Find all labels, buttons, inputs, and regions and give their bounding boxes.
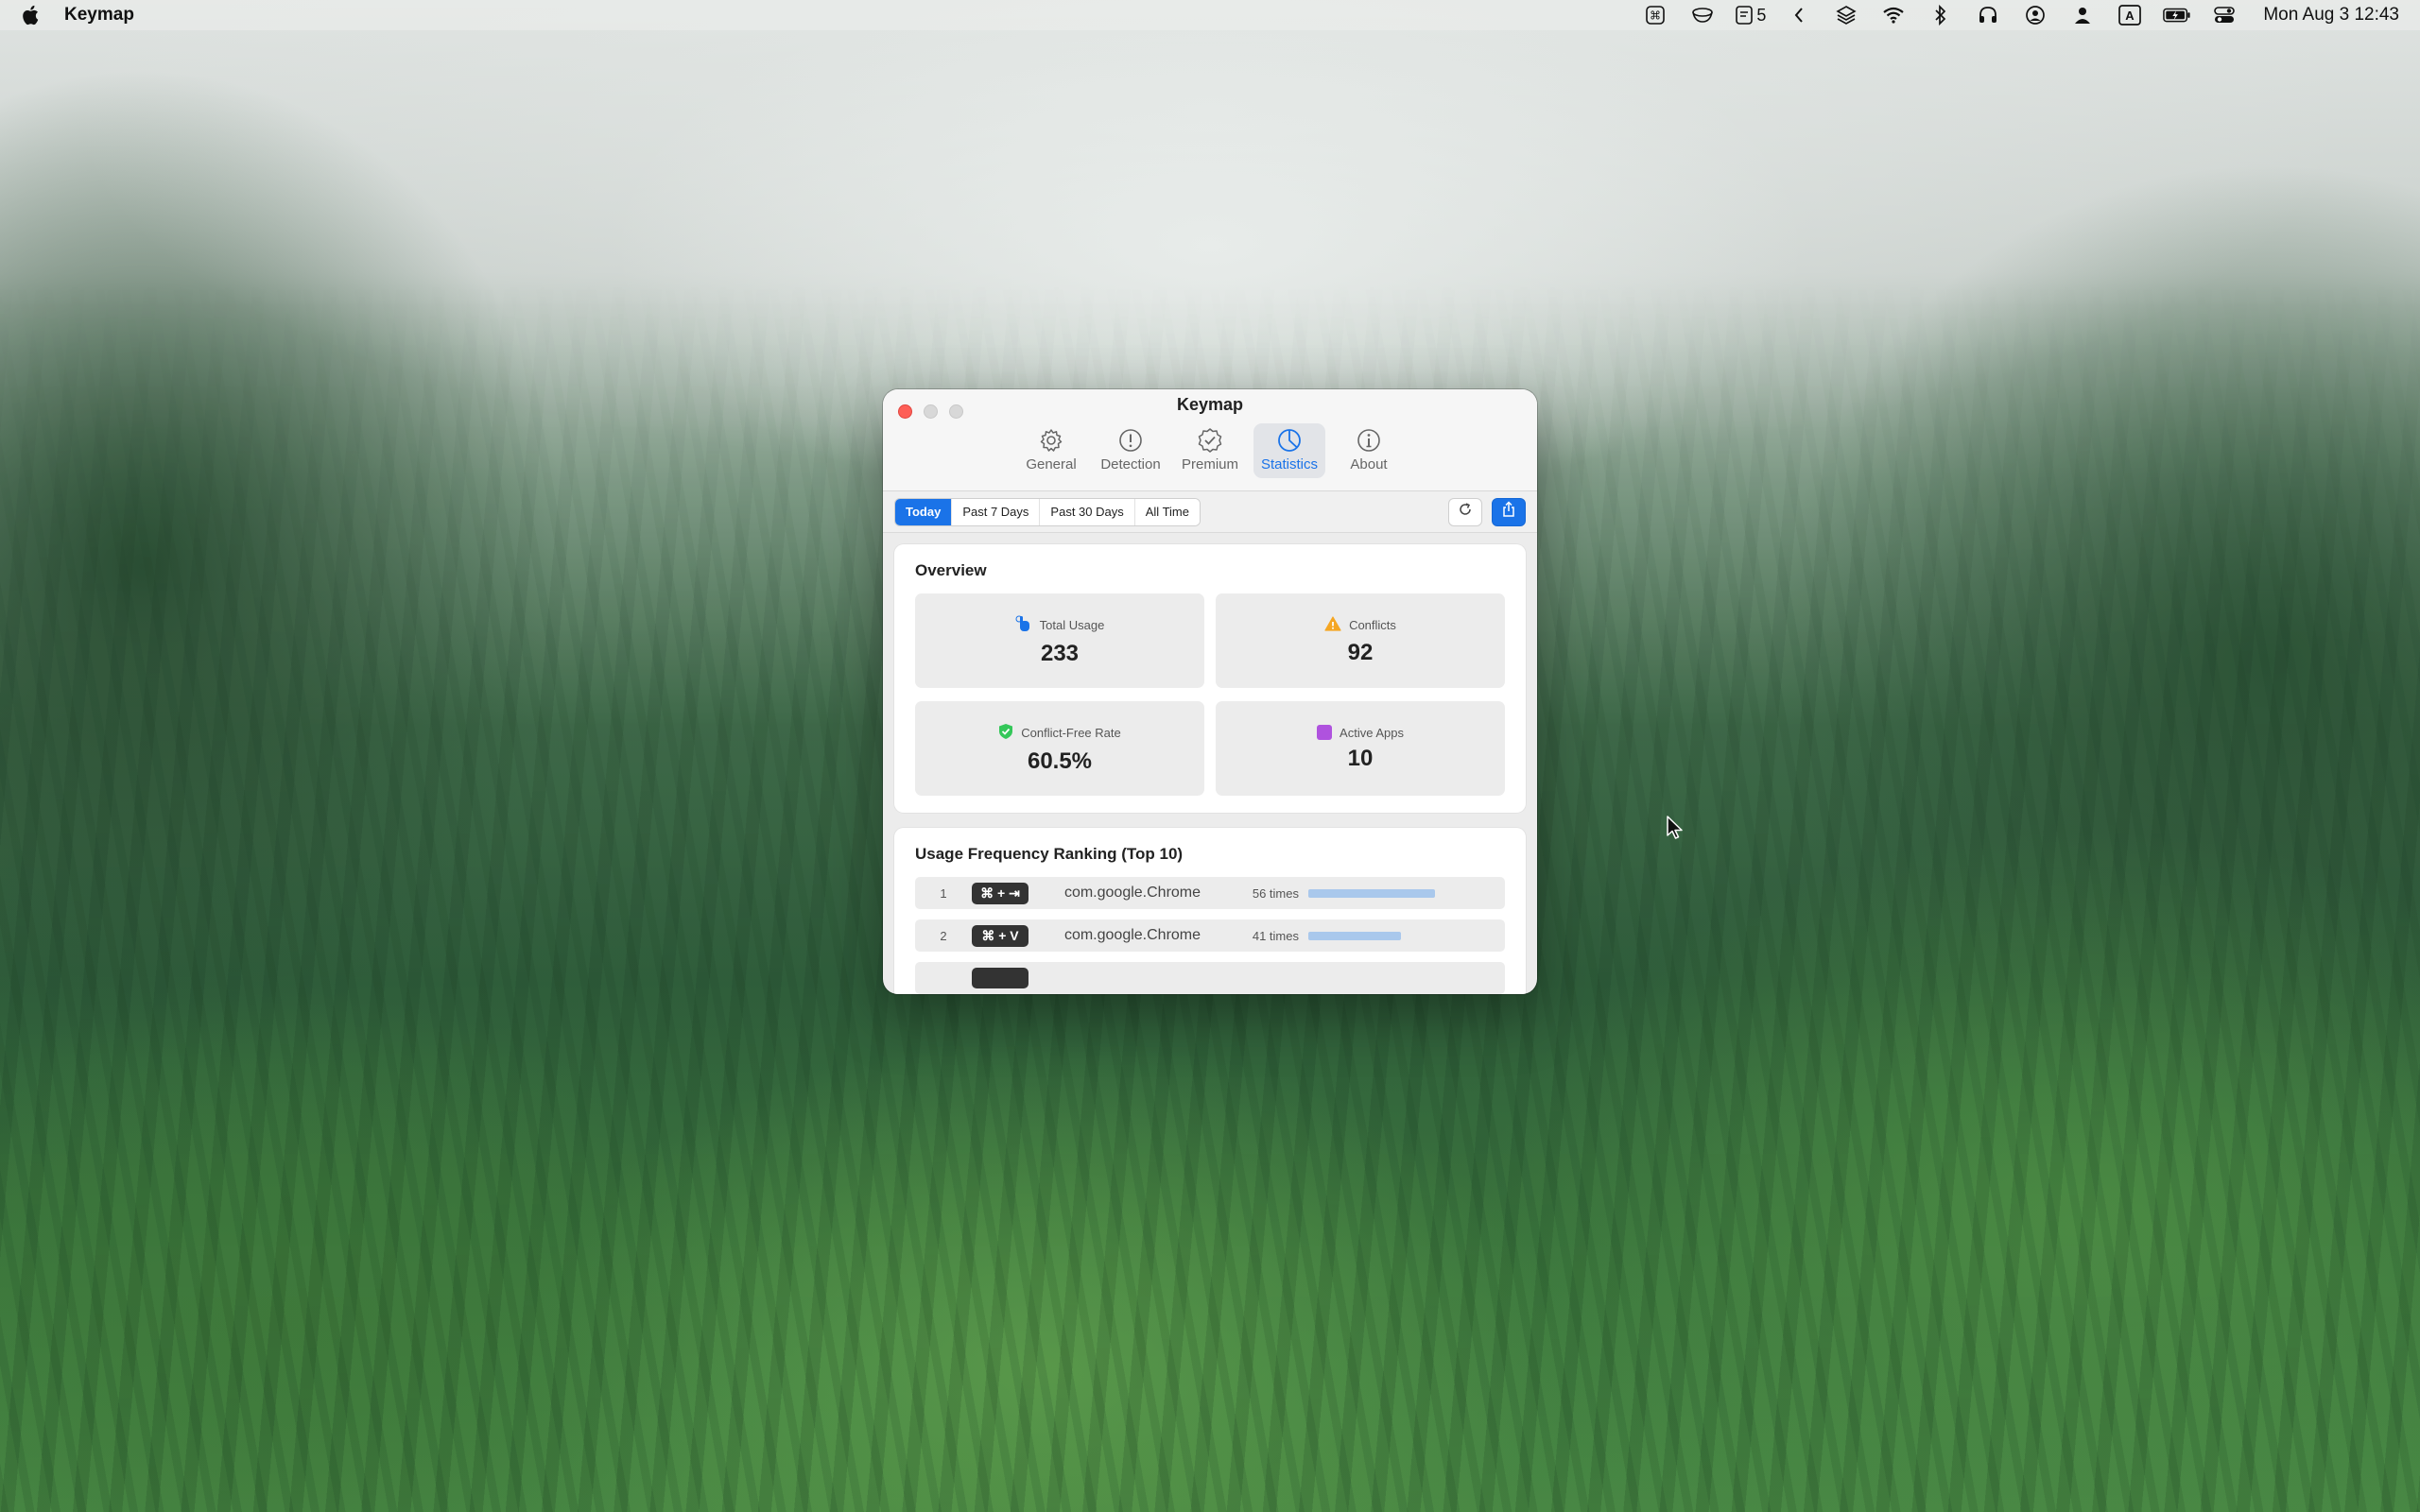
stat-conflicts: Conflicts 92 [1216,593,1505,688]
user-circle-icon[interactable] [2021,4,2049,26]
ranking-title: Usage Frequency Ranking (Top 10) [915,845,1184,863]
headphones-icon[interactable] [1974,4,2002,26]
stat-conflicts-label: Conflicts [1349,617,1396,632]
tab-about-label: About [1350,456,1388,472]
range-today-button[interactable]: Today [895,498,953,525]
overview-title: Overview [915,561,987,579]
stat-conflicts-value: 92 [1347,639,1374,665]
shield-check-icon [998,723,1013,743]
ranking-bar [1308,888,1435,898]
ranking-app: com.google.Chrome [1063,927,1201,943]
stat-active-apps: Active Apps 10 [1216,701,1505,796]
battery-icon[interactable] [2163,4,2191,26]
ranking-bar [1308,931,1401,940]
range-past-30-days-button[interactable]: Past 30 Days [1040,498,1135,525]
person-icon[interactable] [2068,4,2097,26]
ranking-card: Usage Frequency Ranking (Top 10) 1 ⌘ + ⇥… [894,828,1526,994]
control-center-icon[interactable] [2210,4,2238,26]
hand-tap-icon [1015,615,1032,635]
svg-text:A: A [2126,9,2135,23]
ranking-shortcut: ⌘ + ⇥ [972,882,1028,904]
stat-conflict-free-rate-label: Conflict-Free Rate [1021,725,1121,740]
stat-active-apps-label: Active Apps [1340,725,1404,740]
refresh-icon [1458,502,1473,522]
tab-premium[interactable]: Premium [1174,423,1246,478]
export-button[interactable] [1492,497,1526,526]
filter-bar: Today Past 7 Days Past 30 Days All Time [883,491,1537,533]
ranking-row[interactable]: 2 ⌘ + V com.google.Chrome 41 times [915,919,1505,952]
tab-detection-label: Detection [1100,456,1161,472]
tab-about[interactable]: About [1333,423,1405,478]
checkmark-seal-icon [1197,427,1223,454]
input-source-icon[interactable]: A [2116,4,2144,26]
refresh-button[interactable] [1448,497,1482,526]
stat-active-apps-value: 10 [1347,746,1374,771]
keymap-window: Keymap General Detection Premium Statist… [883,389,1537,994]
notes-badge[interactable]: 5 [1736,6,1766,26]
tab-premium-label: Premium [1181,456,1238,472]
ranking-count: 41 times [1252,928,1299,943]
ranking-rank: 1 [940,885,947,901]
bluetooth-icon[interactable] [1927,4,1955,26]
exclamation-circle-icon [1117,427,1144,454]
overview-card: Overview Total Usage 233 Conflicts 92 Co… [894,544,1526,813]
chevron-left-icon[interactable] [1785,4,1813,26]
info-circle-icon [1356,427,1382,454]
mouse-cursor-icon [1666,815,1685,846]
apple-menu-icon[interactable] [21,4,42,26]
ranking-count: 56 times [1252,885,1299,901]
ranking-shortcut: ⌘ + V [972,924,1028,947]
statistics-content: Overview Total Usage 233 Conflicts 92 Co… [883,533,1537,994]
menu-bar: Keymap ⌘ 5 A Mon Aug 3 12:43 [0,0,2420,30]
tab-statistics[interactable]: Statistics [1253,423,1325,478]
menu-app-name[interactable]: Keymap [64,5,134,26]
wifi-icon[interactable] [1879,4,1908,26]
command-key-icon[interactable]: ⌘ [1641,4,1669,26]
svg-text:⌘: ⌘ [1650,9,1661,23]
gear-icon [1038,427,1064,454]
ranking-app: com.google.Chrome [1063,885,1201,901]
tab-statistics-label: Statistics [1260,456,1318,472]
ranking-row[interactable]: 1 ⌘ + ⇥ com.google.Chrome 56 times [915,877,1505,909]
stat-total-usage-label: Total Usage [1039,617,1105,632]
ranking-shortcut-partial [972,968,1028,988]
share-icon [1501,501,1516,523]
range-past-7-days-button[interactable]: Past 7 Days [952,498,1041,525]
menu-clock[interactable]: Mon Aug 3 12:43 [2263,5,2399,26]
stat-total-usage: Total Usage 233 [915,593,1204,688]
ranking-rank: 2 [940,928,947,943]
tab-general[interactable]: General [1015,423,1087,478]
stat-total-usage-value: 233 [1040,640,1080,666]
stat-conflict-free-rate-value: 60.5% [1027,747,1093,774]
layers-icon[interactable] [1832,4,1860,26]
notes-badge-count: 5 [1756,5,1767,25]
tab-detection[interactable]: Detection [1095,423,1167,478]
warning-icon [1324,615,1341,634]
stat-conflict-free-rate: Conflict-Free Rate 60.5% [915,701,1204,796]
app-square-icon [1317,725,1333,740]
ranking-row-partial[interactable] [915,962,1505,994]
window-title: Keymap [1176,395,1244,414]
pie-chart-icon [1276,427,1303,454]
cup-icon[interactable] [1688,4,1717,26]
preferences-toolbar: General Detection Premium Statistics Abo… [883,423,1537,478]
tab-general-label: General [1026,456,1077,472]
time-range-segmented-control: Today Past 7 Days Past 30 Days All Time [894,497,1201,526]
window-titlebar: Keymap General Detection Premium Statist… [883,389,1537,491]
range-all-time-button[interactable]: All Time [1134,498,1200,525]
